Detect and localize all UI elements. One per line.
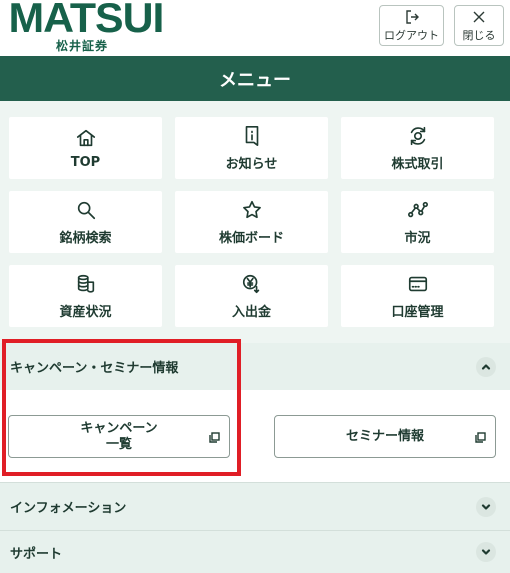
tile-label: 口座管理 — [391, 304, 444, 320]
tile-notices[interactable]: お知らせ — [175, 117, 328, 179]
tile-label: 銘柄検索 — [59, 230, 112, 246]
close-icon — [473, 11, 485, 22]
home-icon — [76, 129, 95, 146]
notice-icon — [245, 125, 258, 146]
logout-label: ログアウト — [384, 28, 439, 42]
market-chart-icon — [407, 201, 428, 217]
tile-top[interactable]: TOP — [9, 117, 162, 179]
section-support-label: サポート — [10, 546, 63, 562]
section-campaign-label: キャンペーン・セミナー情報 — [10, 361, 179, 376]
section-information-label: インフォメーション — [10, 501, 127, 516]
campaign-button-line1: キャンペーン — [80, 420, 158, 436]
card-icon — [408, 276, 427, 291]
tile-account[interactable]: 口座管理 — [341, 265, 494, 327]
yen-transfer-icon — [242, 274, 259, 293]
chevron-up-icon[interactable] — [476, 356, 496, 377]
logout-icon — [405, 9, 419, 24]
logout-button[interactable]: ログアウト — [379, 5, 444, 46]
external-window-icon — [475, 432, 486, 443]
tile-label: お知らせ — [225, 156, 278, 172]
tile-label: 株価ボード — [218, 230, 284, 246]
tile-stock-board[interactable]: 株価ボード — [175, 191, 328, 253]
close-button[interactable]: 閉じる — [454, 5, 504, 46]
menu-title-bar: メニュー — [0, 56, 510, 101]
coins-icon — [77, 274, 94, 293]
chevron-down-icon[interactable] — [476, 496, 496, 517]
tile-label: 入出金 — [231, 304, 271, 320]
tile-symbol-search[interactable]: 銘柄検索 — [9, 191, 162, 253]
logo-subtext: 松井証券 — [56, 39, 109, 53]
close-label: 閉じる — [462, 28, 496, 42]
section-campaign-header[interactable]: キャンペーン・セミナー情報 — [0, 343, 510, 390]
campaign-list-button[interactable]: キャンペーン 一覧 — [8, 415, 230, 458]
external-window-icon — [209, 432, 220, 443]
tile-label: 株式取引 — [391, 156, 444, 172]
tile-label: 資産状況 — [59, 304, 112, 320]
seminar-button-label: セミナー情報 — [345, 428, 424, 444]
tile-stock-trade[interactable]: 株式取引 — [341, 117, 494, 179]
section-support-header[interactable]: サポート — [0, 531, 510, 573]
tile-deposit-withdraw[interactable]: 入出金 — [175, 265, 328, 327]
header: MATSUI 松井証券 ログアウト 閉じる — [0, 0, 510, 56]
section-information-header[interactable]: インフォメーション — [0, 483, 510, 530]
section-campaign-body: キャンペーン 一覧 セミナー情報 — [0, 390, 510, 482]
stock-trade-icon — [410, 126, 425, 145]
tile-label: 市況 — [404, 230, 431, 246]
matsui-logo[interactable]: MATSUI 松井証券 — [8, 0, 164, 56]
logo-text: MATSUI — [8, 0, 164, 41]
star-icon — [242, 200, 261, 218]
chevron-down-icon[interactable] — [476, 542, 496, 562]
search-icon — [77, 201, 95, 219]
tile-market[interactable]: 市況 — [341, 191, 494, 253]
tile-label: TOP — [70, 154, 101, 170]
seminar-info-button[interactable]: セミナー情報 — [274, 415, 496, 458]
campaign-button-line2: 一覧 — [105, 436, 132, 452]
page-title: メニュー — [219, 69, 291, 91]
tile-assets[interactable]: 資産状況 — [9, 265, 162, 327]
